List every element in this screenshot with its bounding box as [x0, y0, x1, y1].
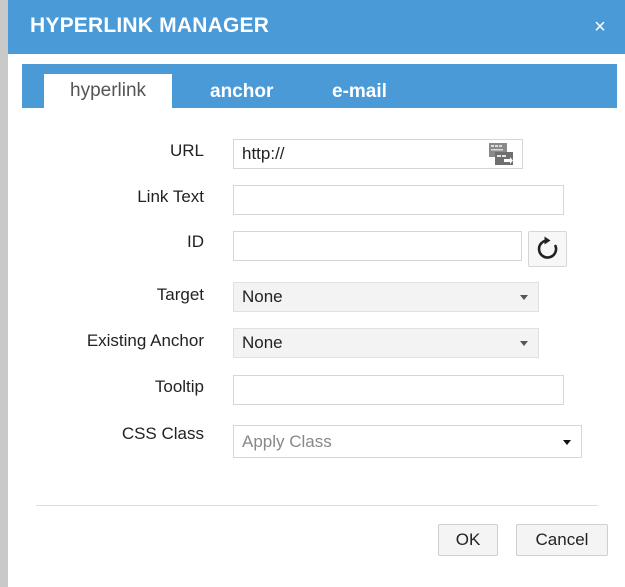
- target-select[interactable]: None: [233, 282, 539, 312]
- close-icon[interactable]: ×: [589, 16, 611, 38]
- link-text-label: Link Text: [137, 187, 204, 206]
- tab-email[interactable]: e-mail: [332, 76, 387, 108]
- tab-strip: hyperlink anchor e-mail: [22, 64, 617, 108]
- refresh-icon[interactable]: [528, 231, 567, 267]
- id-input[interactable]: [233, 231, 522, 261]
- chevron-down-icon: [520, 341, 528, 346]
- target-label: Target: [156, 285, 204, 304]
- document-manager-icon[interactable]: [488, 141, 514, 167]
- tab-hyperlink[interactable]: hyperlink: [44, 74, 173, 108]
- url-input[interactable]: [233, 139, 523, 169]
- existing-anchor-selected-value: None: [242, 333, 283, 352]
- cancel-button[interactable]: Cancel: [516, 524, 608, 556]
- link-text-input[interactable]: [233, 185, 564, 215]
- css-class-label: CSS Class: [121, 424, 204, 443]
- dialog-titlebar: HYPERLINK MANAGER ×: [8, 0, 625, 54]
- url-label: URL: [169, 141, 204, 160]
- hyperlink-manager-dialog: HYPERLINK MANAGER × hyperlink anchor e-m…: [8, 0, 625, 587]
- existing-anchor-select[interactable]: None: [233, 328, 539, 358]
- css-class-selected-value: Apply Class: [242, 432, 332, 451]
- target-selected-value: None: [242, 287, 283, 306]
- chevron-down-icon: [563, 440, 571, 445]
- dialog-title: HYPERLINK MANAGER: [30, 14, 270, 37]
- tab-anchor[interactable]: anchor: [210, 76, 273, 108]
- ok-button[interactable]: OK: [438, 524, 498, 556]
- chevron-down-icon: [520, 295, 528, 300]
- existing-anchor-label: Existing Anchor: [86, 331, 204, 350]
- tooltip-input[interactable]: [233, 375, 564, 405]
- tooltip-label: Tooltip: [154, 377, 204, 396]
- footer-divider: [36, 505, 598, 506]
- css-class-select[interactable]: Apply Class: [233, 425, 582, 458]
- id-label: ID: [187, 232, 204, 251]
